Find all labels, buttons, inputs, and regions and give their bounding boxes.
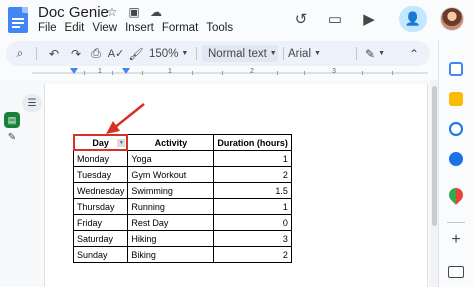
zoom-select[interactable]: 150% ▼ xyxy=(149,45,193,62)
ruler: 1 1 2 3 xyxy=(32,68,428,78)
table-cell[interactable]: Thursday xyxy=(72,198,129,215)
table-cell[interactable]: Tuesday xyxy=(72,166,129,183)
table-cell[interactable]: 2 xyxy=(213,166,292,183)
avatar[interactable] xyxy=(440,7,464,31)
table-row: Monday Yoga 1 xyxy=(72,150,292,167)
paint-format-icon[interactable]: 🖌 xyxy=(128,45,144,62)
calendar-icon[interactable] xyxy=(449,62,463,76)
table-cell[interactable]: Rest Day xyxy=(127,214,215,231)
spellcheck-icon[interactable]: A✓ xyxy=(108,45,125,62)
side-panel-divider xyxy=(447,222,465,223)
document-title[interactable]: Doc Genie xyxy=(38,4,109,21)
menu-bar: File Edit View Insert Format Tools xyxy=(38,22,233,34)
table-cell[interactable]: Gym Workout xyxy=(127,166,215,183)
top-bar: Doc Genie ☆ ▣ ☁ File Edit View Insert Fo… xyxy=(0,0,474,40)
table-header-cell[interactable]: Duration (hours) xyxy=(213,134,292,151)
title-actions: ☆ ▣ ☁ xyxy=(104,5,164,19)
font-select[interactable]: Arial ▼ xyxy=(288,45,354,62)
keep-icon[interactable] xyxy=(449,92,463,106)
menu-format[interactable]: Format xyxy=(162,22,198,34)
style-value: Normal text xyxy=(208,47,267,60)
table-row: Tuesday Gym Workout 2 xyxy=(72,166,292,183)
cloud-saved-icon[interactable]: ☁ xyxy=(148,5,164,19)
table-cell[interactable]: 1 xyxy=(213,198,292,215)
table-cell[interactable]: Friday xyxy=(72,214,129,231)
history-icon[interactable]: ↺ xyxy=(290,8,312,30)
table-cell[interactable]: Wednesday xyxy=(72,182,129,199)
chevron-down-icon: ▼ xyxy=(314,50,321,57)
chevron-down-icon: ▼ xyxy=(269,50,277,57)
indent-marker-icon[interactable] xyxy=(70,68,78,74)
table-cell[interactable]: 1 xyxy=(213,150,292,167)
menu-edit[interactable]: Edit xyxy=(65,22,85,34)
table-cell[interactable]: 0 xyxy=(213,214,292,231)
table-cell[interactable]: 1.5 xyxy=(213,182,292,199)
zoom-value: 150% xyxy=(149,47,179,60)
redo-icon[interactable]: ↷ xyxy=(68,45,84,62)
undo-icon[interactable]: ↶ xyxy=(46,45,62,62)
comment-icon[interactable]: ▭ xyxy=(324,8,346,30)
activity-table: Day ▼ Activity Duration (hours) Monday Y… xyxy=(72,134,292,263)
table-cell[interactable]: Biking xyxy=(127,246,215,263)
table-row: Saturday Hiking 3 xyxy=(72,230,292,247)
toolbar: ⌕ ↶ ↷ ⎙ A✓ 🖌 150% ▼ Normal text ▼ Arial … xyxy=(6,41,430,66)
docs-icon[interactable] xyxy=(8,7,28,33)
add-addon-icon[interactable]: + xyxy=(449,232,463,248)
contacts-icon[interactable] xyxy=(449,152,463,166)
table-cell[interactable]: Monday xyxy=(72,150,129,167)
table-cell[interactable]: 2 xyxy=(213,246,292,263)
table-cell[interactable]: Hiking xyxy=(127,230,215,247)
menu-view[interactable]: View xyxy=(92,22,117,34)
table-header-row: Day ▼ Activity Duration (hours) xyxy=(72,134,292,151)
menu-file[interactable]: File xyxy=(38,22,57,34)
pen-side-icon[interactable]: ✎ xyxy=(6,131,18,143)
table-row: Wednesday Swimming 1.5 xyxy=(72,182,292,199)
outline-icon[interactable]: ☰ xyxy=(22,94,42,112)
collapse-toolbar-icon[interactable]: ⌃ xyxy=(404,45,424,62)
chevron-down-icon: ▼ xyxy=(181,50,189,57)
style-select[interactable]: Normal text ▼ xyxy=(202,45,278,62)
print-icon[interactable]: ⎙ xyxy=(88,45,104,62)
menu-tools[interactable]: Tools xyxy=(206,22,233,34)
share-person-icon[interactable]: 👤 xyxy=(399,6,427,32)
font-value: Arial xyxy=(288,47,312,60)
scrollbar-thumb[interactable] xyxy=(432,86,437,226)
table-cell[interactable]: Yoga xyxy=(127,150,215,167)
table-row: Friday Rest Day 0 xyxy=(72,214,292,231)
video-call-icon[interactable]: ▶ xyxy=(358,8,380,30)
search-icon[interactable]: ⌕ xyxy=(12,45,28,62)
editing-mode-icon[interactable]: ✎ ▼ xyxy=(363,45,387,62)
move-folder-icon[interactable]: ▣ xyxy=(126,5,142,19)
table-cell[interactable]: Running xyxy=(127,198,215,215)
menu-insert[interactable]: Insert xyxy=(125,22,154,34)
gemini-side-icon[interactable]: ▤ xyxy=(4,112,20,128)
table-cell[interactable]: Sunday xyxy=(72,246,129,263)
star-icon[interactable]: ☆ xyxy=(104,5,120,19)
filter-dropdown-icon[interactable]: ▼ xyxy=(117,139,126,147)
table-cell[interactable]: Saturday xyxy=(72,230,129,247)
tasks-icon[interactable] xyxy=(449,122,463,136)
table-header-cell[interactable]: Day ▼ xyxy=(72,134,129,151)
hide-panel-icon[interactable] xyxy=(448,266,464,278)
table-header-cell[interactable]: Activity xyxy=(127,134,215,151)
tab-stop-icon[interactable] xyxy=(122,68,130,74)
table-row: Thursday Running 1 xyxy=(72,198,292,215)
table-cell[interactable]: Swimming xyxy=(127,182,215,199)
table-cell[interactable]: 3 xyxy=(213,230,292,247)
table-row: Sunday Biking 2 xyxy=(72,246,292,263)
